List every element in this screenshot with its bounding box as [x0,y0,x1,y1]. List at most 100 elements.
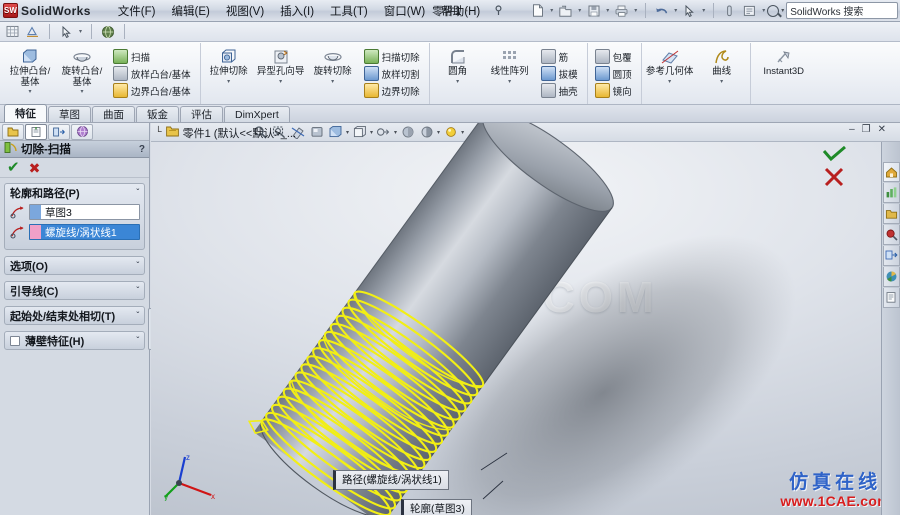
linear-pattern-button[interactable]: 线性阵列 ▾ [484,43,536,104]
sweep-boss-button[interactable]: 扫描 [110,48,196,65]
loft-boss-button[interactable]: 放样凸台/基体 [110,65,196,82]
print-caret[interactable]: ▾ [632,7,639,14]
shell-button[interactable]: 抽壳 [538,82,583,99]
configuration-manager-tab[interactable] [48,123,70,140]
chevron-expand-icon[interactable]: ˇ [136,286,139,295]
search-scope-caret[interactable]: ▾ [781,7,784,14]
file-explorer-icon[interactable] [882,204,900,224]
section-options-header[interactable]: 选项(O) ˇ [5,257,144,274]
design-library-icon[interactable] [882,183,900,203]
extrude-cut-caret[interactable]: ▾ [227,78,230,85]
tab-features[interactable]: 特征 [4,104,47,122]
section-start-end-tangency-header[interactable]: 起始处/结束处相切(T) ˇ [5,307,144,324]
new-document-icon[interactable] [528,1,547,20]
pin-icon[interactable] [489,1,508,20]
linear-pattern-caret[interactable]: ▾ [508,78,511,85]
hole-wizard-button[interactable]: 异型孔向导 ▾ [255,43,307,104]
section-profile-and-path-header[interactable]: 轮廓和路径(P) ˇ [5,184,144,201]
fillet-caret[interactable]: ▾ [456,78,459,85]
search-pane-icon[interactable] [882,225,900,245]
revolve-cut-caret[interactable]: ▾ [331,78,334,85]
fillet-button[interactable]: 圆角 ▾ [432,43,484,104]
undo-caret[interactable]: ▾ [672,7,679,14]
menu-insert[interactable]: 插入(I) [273,0,321,22]
mirror-button[interactable]: 镜向 [592,82,637,99]
profile-callout[interactable]: 轮廓(草图3) [401,499,472,515]
menu-tools[interactable]: 工具(T) [323,0,375,22]
reference-geometry-button[interactable]: 参考几何体 ▾ [644,43,696,104]
menu-edit[interactable]: 编辑(E) [164,0,216,22]
tab-sheetmetal[interactable]: 钣金 [136,106,179,122]
tab-dimxpert[interactable]: DimXpert [224,106,290,122]
revolve-cut-button[interactable]: 旋转切除 ▾ [307,43,359,104]
chevron-expand-icon[interactable]: ˇ [136,336,139,345]
reference-geometry-caret[interactable]: ▾ [668,78,671,85]
chevron-expand-icon[interactable]: ˇ [136,311,139,320]
display-manager-tab[interactable] [71,123,93,140]
options-icon[interactable] [740,1,759,20]
minimize-window-button[interactable]: – [849,125,855,135]
close-window-button[interactable]: ✕ [878,125,886,135]
property-manager-tab[interactable] [25,123,47,140]
path-field[interactable]: 螺旋线/涡状线1 [29,224,140,240]
rib-button[interactable]: 筋 [538,48,583,65]
menu-window[interactable]: 窗口(W) [377,0,433,22]
tab-evaluate[interactable]: 评估 [180,106,223,122]
feature-tree-tab[interactable] [2,123,24,140]
open-document-caret[interactable]: ▾ [576,7,583,14]
appearances-scenes-icon[interactable] [882,267,900,287]
tab-sketch[interactable]: 草图 [48,106,91,122]
extrude-boss-button[interactable]: 拉伸凸台/基体 ▾ [4,43,56,104]
view-palette-icon[interactable] [882,246,900,266]
cancel-button[interactable]: ✖ [29,161,41,175]
select-arrow-icon[interactable] [680,1,699,20]
path-callout[interactable]: 路径(螺旋线/涡状线1) [333,470,449,490]
boundary-cut-button[interactable]: 边界切除 [361,82,425,99]
custom-properties-icon[interactable] [882,288,900,308]
undo-icon[interactable] [652,1,671,20]
options-caret[interactable]: ▾ [760,7,767,14]
thin-feature-checkbox[interactable] [10,335,20,346]
save-caret[interactable]: ▾ [604,7,611,14]
rebuild-icon[interactable] [720,1,739,20]
loft-cut-button[interactable]: 放样切割 [361,65,425,82]
help-button[interactable]: ? [139,144,145,155]
chevron-collapse-icon[interactable]: ˇ [136,188,139,197]
boundary-boss-button[interactable]: 边界凸台/基体 [110,82,196,99]
globe-icon[interactable] [99,23,117,40]
magnifier-icon[interactable] [767,4,780,17]
select-dropdown-caret[interactable]: ▾ [77,28,84,35]
extrude-cut-button[interactable]: 拉伸切除 ▾ [203,43,255,104]
search-input[interactable]: SolidWorks 搜索 [786,2,899,19]
smart-dimension-icon[interactable] [24,23,42,40]
solidworks-resources-icon[interactable] [882,162,900,182]
hole-wizard-caret[interactable]: ▾ [279,78,282,85]
menu-view[interactable]: 视图(V) [219,0,271,22]
save-icon[interactable] [584,1,603,20]
instant3d-button[interactable]: Instant3D [753,43,815,104]
curves-button[interactable]: 曲线 ▾ [696,43,748,104]
curves-caret[interactable]: ▾ [720,78,723,85]
select-caret[interactable]: ▾ [700,7,707,14]
section-thin-feature-header[interactable]: 薄壁特征(H) ˇ [5,332,144,349]
menu-file[interactable]: 文件(F) [111,0,163,22]
print-icon[interactable] [612,1,631,20]
graphics-area[interactable]: ▾ ▾ ▾ ▾ ▾ └ 零件1 (默认<<默认>_... – ❐ ✕ 路径(螺旋… [151,123,900,515]
profile-field[interactable]: 草图3 [29,204,140,220]
new-document-caret[interactable]: ▾ [548,7,555,14]
sketch-toggle-icon[interactable] [4,23,22,40]
open-document-icon[interactable] [556,1,575,20]
wrap-button[interactable]: 包覆 [592,48,637,65]
tab-surfaces[interactable]: 曲面 [92,106,135,122]
draft-button[interactable]: 拔模 [538,65,583,82]
dome-button[interactable]: 圆顶 [592,65,637,82]
restore-window-button[interactable]: ❐ [862,125,871,135]
sweep-cut-button[interactable]: 扫描切除 [361,48,425,65]
threaded-cylinder-model[interactable] [151,123,900,515]
select-filter-icon[interactable] [57,23,75,40]
section-guide-curves-header[interactable]: 引导线(C) ˇ [5,282,144,299]
revolve-boss-caret[interactable]: ▾ [80,88,83,95]
ok-button[interactable]: ✔ [7,160,20,175]
extrude-boss-caret[interactable]: ▾ [28,88,31,95]
menu-help[interactable]: 帮助(H) [434,0,487,22]
